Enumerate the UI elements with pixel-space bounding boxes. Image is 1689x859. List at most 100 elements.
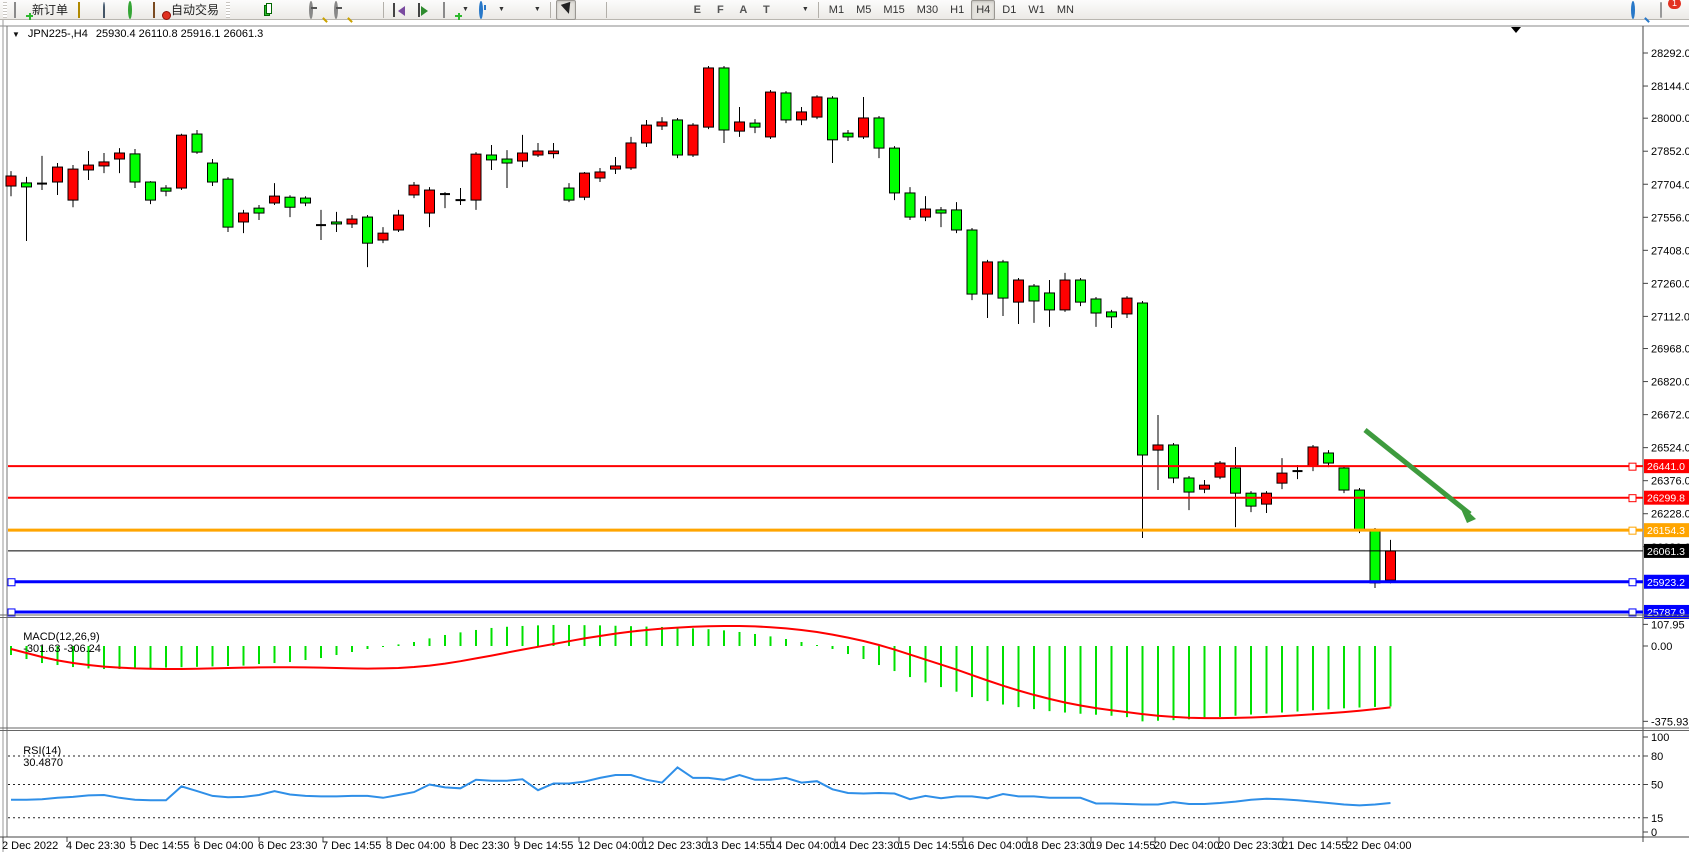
tab-timeframe-m5[interactable]: M5	[851, 0, 876, 20]
tab-timeframe-d1[interactable]: D1	[997, 0, 1021, 20]
bull-candle	[270, 196, 280, 203]
tab-timeframe-mn[interactable]: MN	[1052, 0, 1079, 20]
toolbar-grip[interactable]	[226, 2, 230, 18]
time-tick-label: 13 Dec 14:55	[706, 840, 771, 852]
bull-candle	[1060, 280, 1070, 310]
new-order-button[interactable]: 新订单	[10, 0, 72, 20]
time-tick-label: 12 Dec 23:30	[642, 840, 707, 852]
signals-button[interactable]	[124, 0, 147, 20]
zoom-in-icon	[309, 1, 313, 19]
text-icon: A	[737, 4, 750, 16]
price-tick-label: 27704.0	[1651, 179, 1689, 191]
rsi-axis-label: 50	[1651, 780, 1663, 792]
tile-windows-button[interactable]	[355, 0, 378, 20]
zoom-out-button[interactable]	[330, 0, 353, 20]
bull-candle	[99, 162, 109, 166]
tab-timeframe-w1[interactable]: W1	[1023, 0, 1050, 20]
hline-handle[interactable]	[1629, 527, 1636, 534]
time-tick-label: 9 Dec 14:55	[514, 840, 573, 852]
bear-candle	[874, 118, 884, 148]
candle-chart-button[interactable]	[258, 0, 278, 20]
tab-timeframe-h4[interactable]: H4	[971, 0, 995, 20]
bear-candle	[487, 155, 497, 160]
hline-handle[interactable]	[1629, 463, 1636, 470]
chart-tag-button[interactable]	[74, 0, 97, 20]
bear-candle	[254, 208, 264, 213]
tab-timeframe-h1[interactable]: H1	[945, 0, 969, 20]
bear-candle	[363, 217, 373, 243]
bear-candle	[1045, 293, 1055, 310]
bear-candle	[1107, 312, 1117, 317]
toolbar-grip[interactable]	[3, 2, 7, 18]
text-tool[interactable]: A	[733, 0, 754, 20]
mt4-terminal-window: { "toolbar": { "new_order_label": "新订单",…	[0, 0, 1689, 859]
bear-candle	[1370, 530, 1380, 583]
auto-scroll-button[interactable]	[389, 0, 412, 20]
crosshair-tool-button[interactable]	[578, 0, 601, 20]
time-tick-label: 12 Dec 04:00	[578, 840, 643, 852]
indicators-button[interactable]: ▼	[439, 0, 473, 20]
tab-timeframe-m30[interactable]: M30	[912, 0, 943, 20]
price-chart[interactable]: 28292.028144.028000.027852.027704.027556…	[0, 0, 1689, 859]
time-tick-label: 21 Dec 14:55	[1282, 840, 1347, 852]
bear-candle	[998, 262, 1008, 298]
time-tick-label: 14 Dec 04:00	[770, 840, 835, 852]
new-order-label: 新订单	[32, 1, 68, 18]
notifications-button[interactable]: 1	[1656, 0, 1679, 20]
bull-candle	[177, 135, 187, 188]
chevron-down-icon[interactable]: ▼	[534, 6, 541, 13]
chevron-down-icon[interactable]: ▼	[498, 6, 505, 13]
time-tick-label: 18 Dec 23:30	[1026, 840, 1091, 852]
cursor-icon	[560, 3, 572, 16]
chart-shift-button[interactable]	[414, 0, 437, 20]
chevron-down-icon[interactable]: ▼	[462, 6, 469, 13]
bull-candle	[657, 122, 667, 126]
rsi-indicator-label: RSI(14) 30.4870	[11, 733, 63, 781]
cursor-tool-button[interactable]	[556, 0, 576, 20]
bear-candle	[223, 179, 233, 227]
price-tick-label: 28292.0	[1651, 48, 1689, 60]
chevron-down-icon[interactable]: ▼	[802, 6, 809, 13]
bull-candle	[595, 172, 605, 178]
auto-trading-button[interactable]: 自动交易	[149, 0, 223, 20]
price-tick-label: 27408.0	[1651, 245, 1689, 257]
bear-candle	[967, 230, 977, 294]
bar-chart-button[interactable]	[233, 0, 256, 20]
trendline-tool[interactable]	[662, 0, 685, 20]
tab-timeframe-m15[interactable]: M15	[878, 0, 909, 20]
price-line-badge-label: 26061.3	[1647, 546, 1685, 558]
bear-candle	[1169, 445, 1179, 478]
fibonacci-tool[interactable]: F	[710, 0, 731, 20]
hline-handle[interactable]	[1629, 495, 1636, 502]
line-chart-button[interactable]	[280, 0, 303, 20]
symbol-dropdown-icon[interactable]: ▼	[12, 30, 20, 39]
zoom-in-button[interactable]	[305, 0, 328, 20]
channel-tool[interactable]: E	[687, 0, 708, 20]
hline-handle[interactable]	[8, 579, 15, 586]
bull-candle	[735, 122, 745, 131]
hline-handle[interactable]	[1629, 579, 1636, 586]
horizontal-line-tool[interactable]	[637, 0, 660, 20]
price-tick-label: 28000.0	[1651, 113, 1689, 125]
profiles-button[interactable]	[99, 0, 122, 20]
periods-button[interactable]: ▼	[475, 0, 509, 20]
bear-candle	[890, 148, 900, 193]
chart-background	[0, 20, 1689, 852]
candle-chart-icon	[262, 3, 274, 17]
bull-candle	[518, 153, 528, 161]
rsi-axis-label: 0	[1651, 827, 1657, 839]
bull-candle	[642, 125, 652, 143]
vertical-line-tool[interactable]	[612, 0, 635, 20]
tab-timeframe-m1[interactable]: M1	[824, 0, 849, 20]
templates-button[interactable]: ▼	[511, 0, 545, 20]
bear-candle	[564, 188, 574, 200]
search-button[interactable]	[1627, 0, 1650, 20]
signal-icon	[128, 1, 132, 19]
text-label-tool[interactable]: T	[756, 0, 777, 20]
bear-candle	[1324, 453, 1334, 463]
bear-candle	[673, 120, 683, 155]
bull-candle	[797, 112, 807, 120]
bull-candle	[471, 154, 481, 200]
chart-title[interactable]: ▼ JPN225-,H4 25930.4 26110.8 25916.1 260…	[12, 28, 263, 40]
arrows-tool[interactable]: ▼	[779, 0, 813, 20]
